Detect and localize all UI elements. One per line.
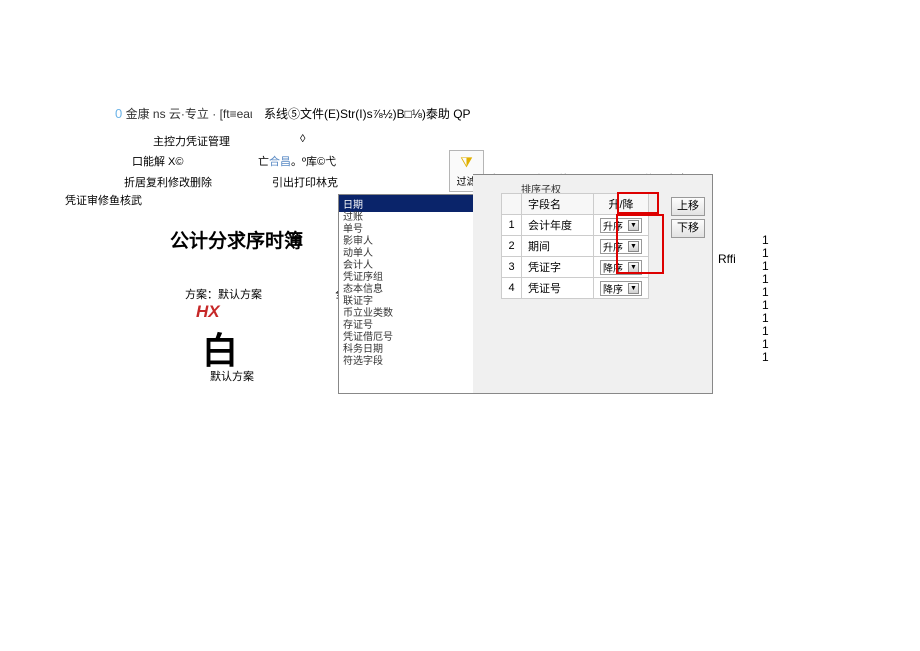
- list-item[interactable]: 符选字段: [339, 356, 473, 368]
- ones-column: 1 1 1 1 1 1 1 1 1 1: [762, 234, 769, 364]
- toolbar-item-a[interactable]: 口能解 X©: [132, 153, 184, 169]
- order-dropdown[interactable]: 升序 ▼: [600, 218, 642, 233]
- order-dropdown[interactable]: 降序 ▼: [600, 281, 642, 296]
- listbox-selected[interactable]: 日期: [339, 195, 473, 212]
- list-item[interactable]: 凭证借厄号: [339, 332, 473, 344]
- funnel-icon: ⧩: [460, 154, 473, 171]
- line3b-post: 。º库©弋: [291, 156, 336, 168]
- chevron-down-icon[interactable]: ▼: [628, 241, 639, 252]
- title-text1: 金康 ns 云·专立 · [ft≡eaι: [126, 107, 253, 121]
- order-dropdown[interactable]: 降序 ▼: [600, 260, 642, 275]
- header-order: 升/降: [594, 194, 649, 215]
- title-bar: 0 金康 ns 云·专立 · [ft≡eaι 系线⑤文件(E)Str(I)s⅞½…: [115, 105, 471, 122]
- default-plan-item[interactable]: 默认方案: [210, 368, 254, 384]
- line3b-pre: 亡: [258, 156, 269, 168]
- move-up-button[interactable]: 上移: [671, 197, 705, 216]
- header-fieldname: 字段名: [522, 194, 594, 215]
- line3b-highlight: 合昌: [269, 156, 291, 168]
- row-num: 4: [502, 278, 522, 299]
- chevron-down-icon[interactable]: ▼: [628, 262, 639, 273]
- order-value: 升序: [603, 239, 623, 254]
- list-item[interactable]: 科务日期: [339, 344, 473, 356]
- row-num: 2: [502, 236, 522, 257]
- list-item[interactable]: 单号: [339, 224, 473, 236]
- row-num: 1: [502, 215, 522, 236]
- grid-header-row: 字段名 升/降: [502, 194, 649, 215]
- chevron-down-icon[interactable]: ▼: [628, 220, 639, 231]
- move-down-button[interactable]: 下移: [671, 219, 705, 238]
- toolbar-edit-group[interactable]: 折居复利修改删除: [124, 174, 212, 190]
- row-num: 3: [502, 257, 522, 278]
- order-dropdown[interactable]: 升序 ▼: [600, 239, 642, 254]
- list-item[interactable]: 影审人: [339, 236, 473, 248]
- order-value: 降序: [603, 260, 623, 275]
- hx-label: HX: [196, 302, 220, 322]
- page-title: 公计分求序时簿: [170, 226, 303, 253]
- toolbar-print-group[interactable]: 引出打印林克: [272, 174, 338, 190]
- row-name: 期间: [522, 236, 594, 257]
- toolbar-audit-group[interactable]: 凭证审修鱼核武: [65, 192, 142, 208]
- list-item[interactable]: 币立业类数: [339, 308, 473, 320]
- list-item[interactable]: 联证字: [339, 296, 473, 308]
- sort-grid: 字段名 升/降 1 会计年度 升序 ▼ 2 期间 升序 ▼ 3 凭证字 降序 ▼ 4 …: [501, 193, 649, 299]
- chevron-down-icon[interactable]: ▼: [628, 283, 639, 294]
- sort-dialog: 排序子权 字段名 升/降 1 会计年度 升序▼ 2 期间 升序▼ 3 凭证字 降…: [473, 174, 713, 394]
- menu-bar-text[interactable]: 系线⑤文件(E)Str(I)s⅞½)B□⅛)泰助 QP: [264, 107, 471, 121]
- table-row[interactable]: 4 凭证号 降序 ▼: [502, 278, 649, 299]
- order-value: 升序: [603, 218, 623, 233]
- diamond-icon: ◊: [300, 133, 305, 145]
- order-cell[interactable]: 升序 ▼: [594, 215, 649, 236]
- list-item[interactable]: 过账: [339, 212, 473, 224]
- row-name: 会计年度: [522, 215, 594, 236]
- list-item[interactable]: 会计人: [339, 260, 473, 272]
- order-cell[interactable]: 升序 ▼: [594, 236, 649, 257]
- field-listbox[interactable]: 日期 过账 单号 影审人 动单人 会计人 凭证序组 态本信息 联证字 币立业类数…: [338, 194, 473, 394]
- plan-label: 方案：默认方案: [185, 286, 262, 302]
- header-num: [502, 194, 522, 215]
- nav-voucher-mgmt: 主控力凭证管理: [153, 133, 230, 149]
- list-item[interactable]: 动单人: [339, 248, 473, 260]
- table-row[interactable]: 1 会计年度 升序 ▼: [502, 215, 649, 236]
- list-item[interactable]: 态本信息: [339, 284, 473, 296]
- order-cell[interactable]: 降序 ▼: [594, 278, 649, 299]
- list-item[interactable]: 凭证序组: [339, 272, 473, 284]
- list-item[interactable]: 存证号: [339, 320, 473, 332]
- plan-text: 方案：默认方案: [185, 289, 262, 301]
- table-row[interactable]: 2 期间 升序 ▼: [502, 236, 649, 257]
- toolbar-item-b[interactable]: 亡合昌。º库©弋: [258, 153, 336, 169]
- title-zero: 0: [115, 106, 122, 121]
- table-row[interactable]: 3 凭证字 降序 ▼: [502, 257, 649, 278]
- row-name: 凭证号: [522, 278, 594, 299]
- bai-label: 白: [202, 322, 238, 374]
- row-name: 凭证字: [522, 257, 594, 278]
- order-value: 降序: [603, 281, 623, 296]
- order-cell[interactable]: 降序 ▼: [594, 257, 649, 278]
- rffi-label: Rffi: [718, 252, 736, 266]
